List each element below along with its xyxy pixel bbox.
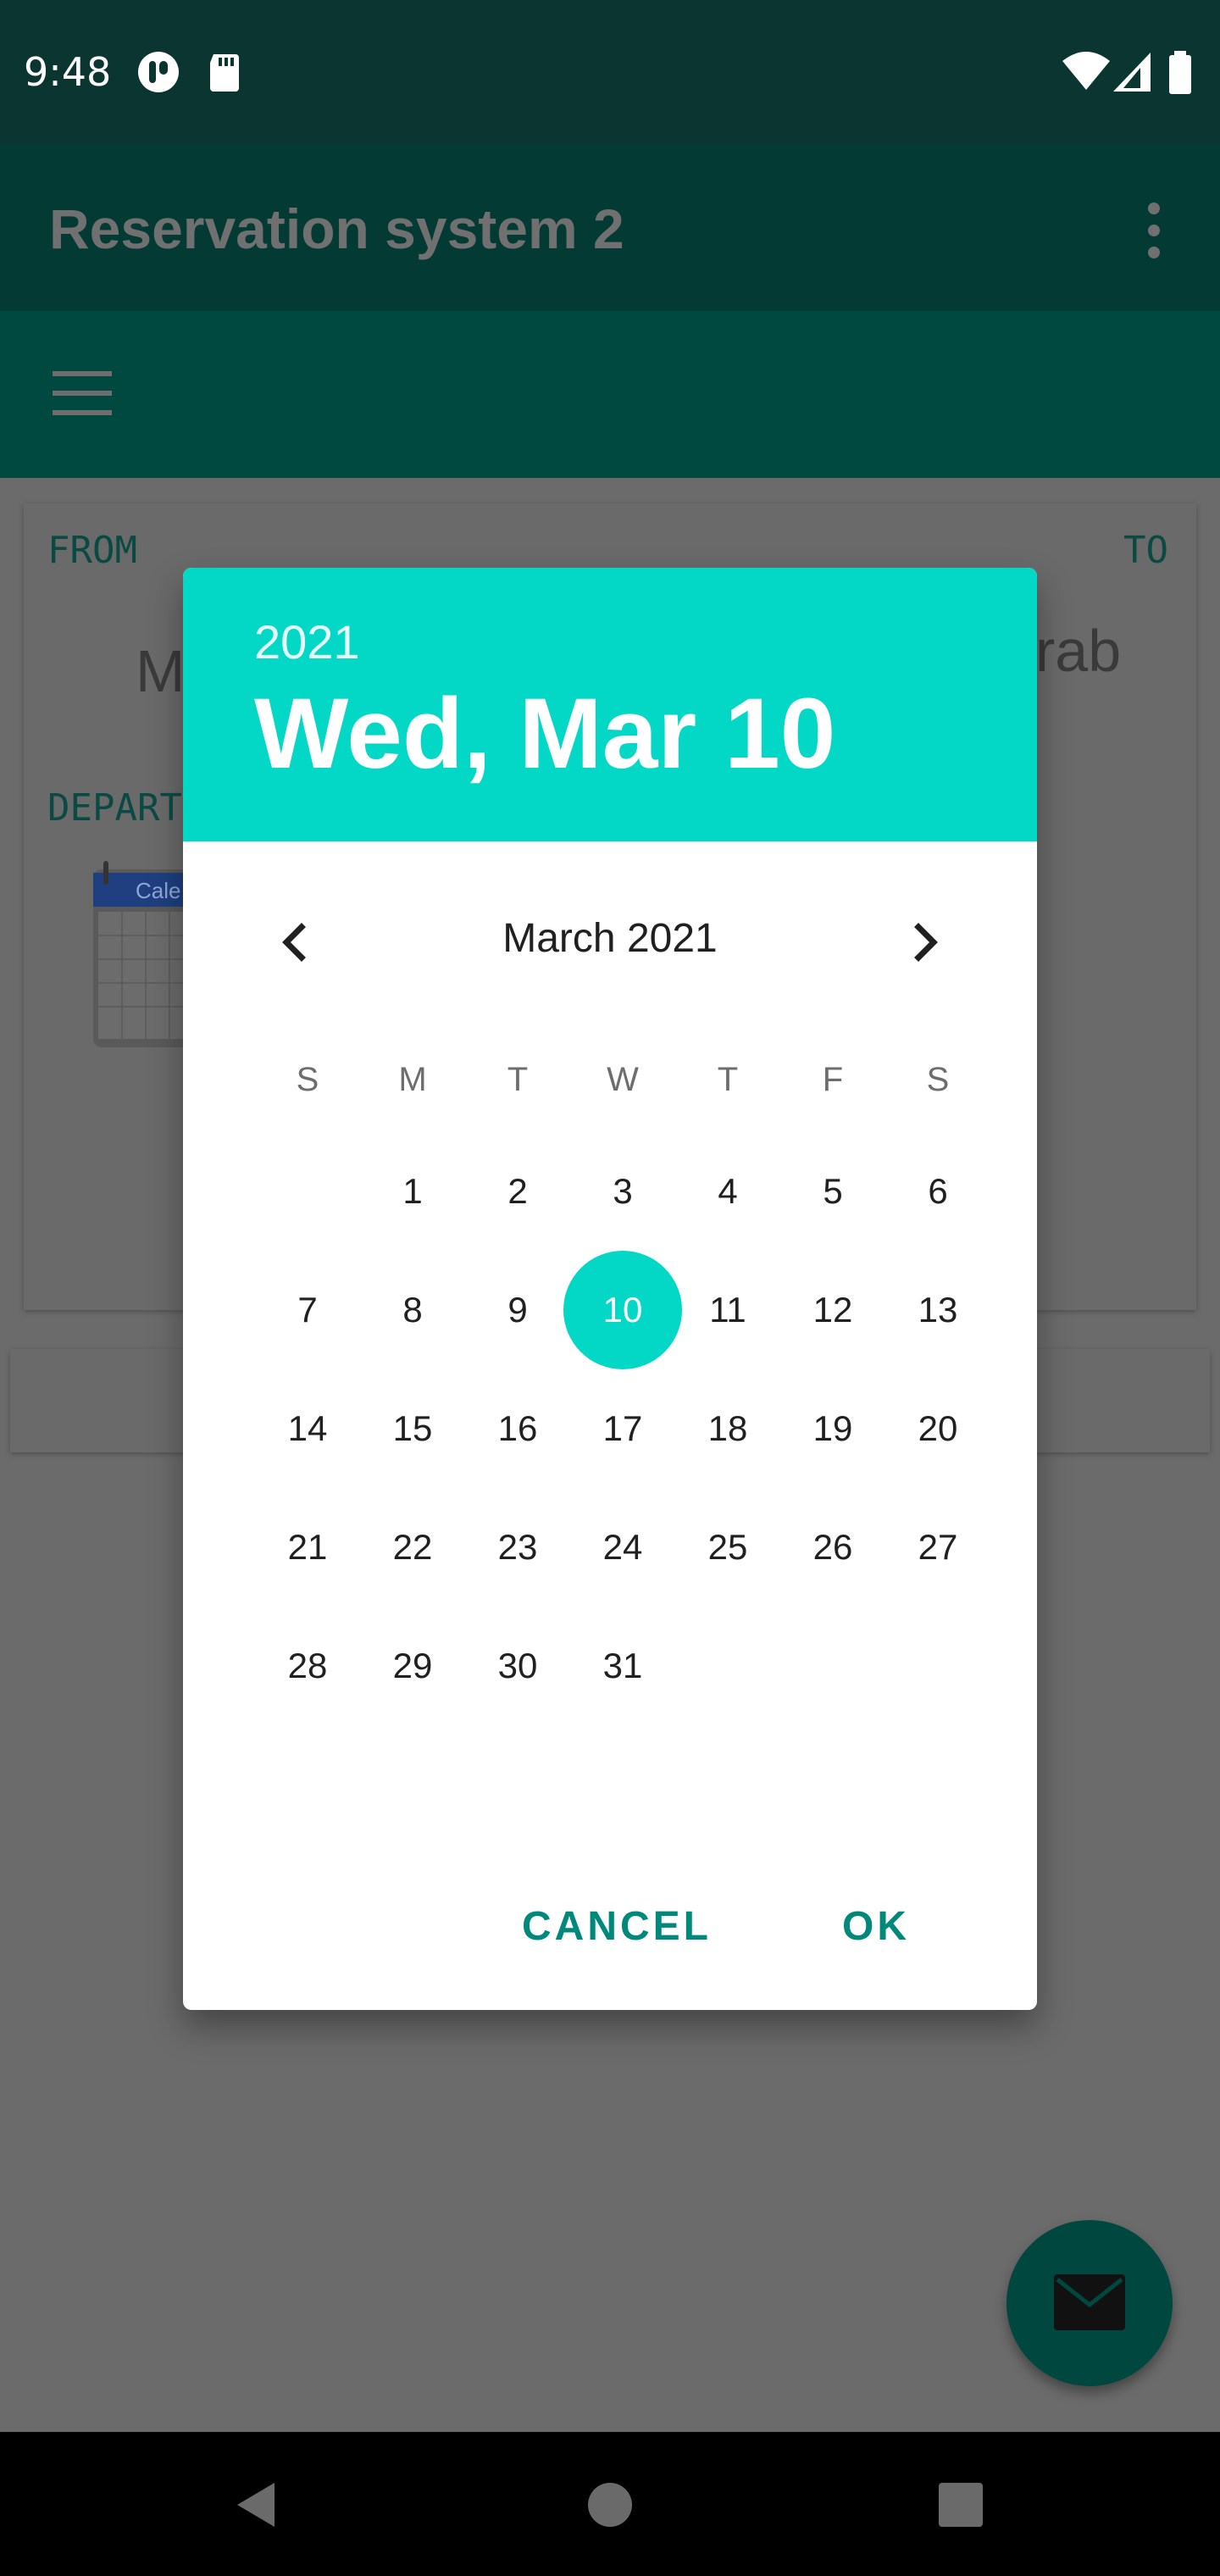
recents-icon[interactable] (939, 2483, 983, 2527)
weekday-label: W (607, 1061, 639, 1098)
selected-date[interactable]: Wed, Mar 10 (254, 676, 835, 791)
calendar-day[interactable]: 14 (255, 1376, 360, 1481)
calendar-day[interactable]: 23 (465, 1495, 570, 1600)
signal-icon (1113, 53, 1151, 92)
toolbar (0, 311, 1220, 478)
to-label: TO (1123, 529, 1168, 572)
calendar-day[interactable]: 16 (465, 1376, 570, 1481)
weekday-label: T (507, 1061, 529, 1098)
calendar-day-selected[interactable]: 10 (563, 1251, 682, 1369)
selected-year[interactable]: 2021 (254, 614, 360, 669)
calendar-day[interactable]: 31 (570, 1613, 675, 1718)
calendar-day[interactable]: 7 (255, 1257, 360, 1363)
calendar-day[interactable]: 12 (780, 1257, 885, 1363)
calendar-day[interactable]: 13 (885, 1257, 990, 1363)
weekday-label: T (717, 1061, 739, 1098)
battery-icon (1169, 51, 1191, 94)
cancel-button[interactable]: CANCEL (522, 1903, 712, 1950)
home-icon[interactable] (586, 2481, 634, 2529)
date-picker-dialog: 2021 Wed, Mar 10 March 2021 SMTWTFS 1234… (183, 568, 1037, 2010)
calendar-day[interactable]: 22 (360, 1495, 465, 1600)
calendar-day[interactable]: 4 (675, 1139, 780, 1244)
weekday-label: S (296, 1061, 319, 1098)
calendar-day[interactable]: 27 (885, 1495, 990, 1600)
calendar-day[interactable]: 11 (675, 1257, 780, 1363)
email-fab[interactable] (1006, 2220, 1173, 2386)
calendar-day[interactable]: 15 (360, 1376, 465, 1481)
ok-button[interactable]: OK (842, 1903, 910, 1950)
depart-label: DEPART (47, 786, 182, 830)
calendar-day[interactable]: 9 (465, 1257, 570, 1363)
calendar-day[interactable]: 6 (885, 1139, 990, 1244)
calendar-day[interactable]: 3 (570, 1139, 675, 1244)
more-options-icon[interactable] (1135, 200, 1173, 261)
calendar-day[interactable]: 1 (360, 1139, 465, 1244)
weekday-label: S (926, 1061, 950, 1098)
calendar-day[interactable]: 24 (570, 1495, 675, 1600)
from-value[interactable]: M (136, 637, 185, 705)
sd-card-icon (210, 54, 239, 92)
calendar-day[interactable]: 26 (780, 1495, 885, 1600)
calendar-day[interactable]: 19 (780, 1376, 885, 1481)
calendar-day[interactable]: 18 (675, 1376, 780, 1481)
calendar-day[interactable]: 29 (360, 1613, 465, 1718)
calendar-day[interactable]: 25 (675, 1495, 780, 1600)
calendar-day[interactable]: 21 (255, 1495, 360, 1600)
from-label: FROM (47, 529, 137, 572)
next-month-icon[interactable] (891, 908, 959, 976)
calendar-day[interactable]: 5 (780, 1139, 885, 1244)
calendar-day[interactable]: 30 (465, 1613, 570, 1718)
envelope-icon (1054, 2274, 1125, 2330)
weekday-label: M (398, 1061, 427, 1098)
calendar-day[interactable]: 8 (360, 1257, 465, 1363)
status-bar (0, 0, 1220, 144)
calendar-day[interactable]: 17 (570, 1376, 675, 1481)
calendar-image-label: Cale (136, 878, 181, 903)
calendar-day[interactable]: 28 (255, 1613, 360, 1718)
app-title: Reservation system 2 (49, 197, 624, 260)
status-time: 9:48 (24, 49, 112, 95)
app-notification-icon (138, 52, 179, 92)
wifi-icon (1062, 52, 1110, 90)
to-value[interactable]: rab (1035, 617, 1121, 685)
back-icon[interactable] (232, 2479, 280, 2530)
hamburger-menu-icon[interactable] (53, 369, 112, 417)
calendar-day[interactable]: 20 (885, 1376, 990, 1481)
weekday-label: F (822, 1061, 844, 1098)
calendar-day[interactable]: 2 (465, 1139, 570, 1244)
